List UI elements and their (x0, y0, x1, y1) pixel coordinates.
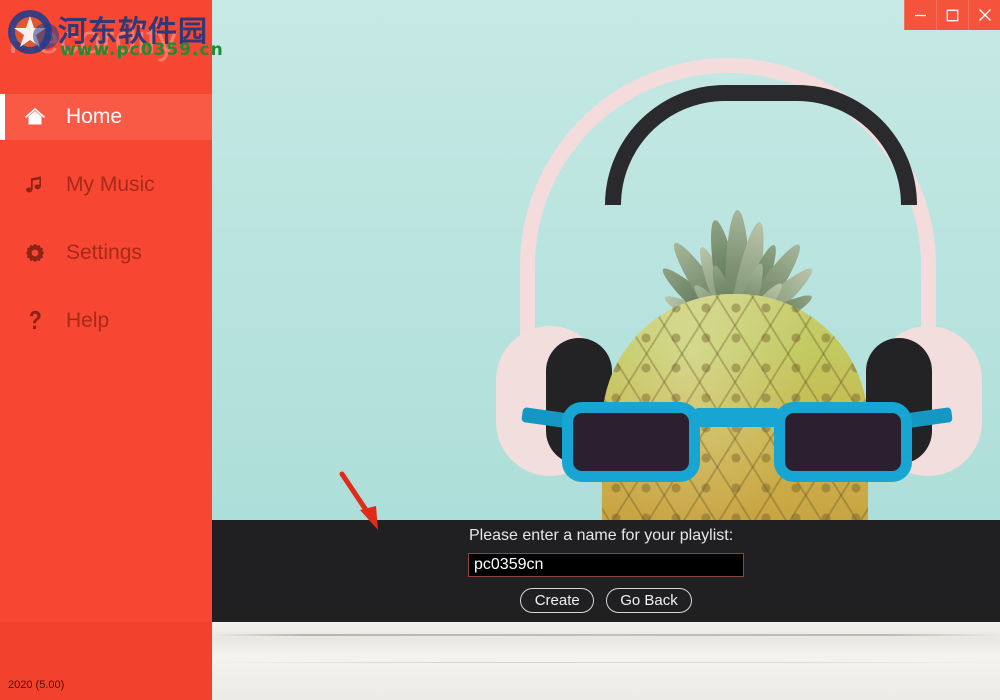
sunglasses-bridge (693, 408, 781, 427)
main-content-area: Please enter a name for your playlist: C… (212, 0, 1000, 700)
create-playlist-button[interactable]: Create (520, 588, 595, 613)
home-icon (22, 107, 48, 127)
playlist-prompt-buttons: Create Go Back (468, 588, 744, 613)
gear-icon (22, 243, 48, 263)
sunglasses-lens-left (562, 402, 700, 482)
playlist-prompt-panel: Please enter a name for your playlist: C… (212, 520, 1000, 622)
sidebar-item-my-music[interactable]: My Music (0, 162, 212, 208)
minimize-button[interactable] (904, 0, 936, 30)
watermark-site-url: www.pc0359.cn (60, 40, 224, 60)
music-note-icon (22, 175, 48, 195)
sidebar-item-settings-label: Settings (66, 241, 142, 264)
sidebar-item-settings[interactable]: Settings (0, 230, 212, 276)
blue-sunglasses (521, 394, 953, 492)
maximize-button[interactable] (936, 0, 968, 30)
table-surface (212, 622, 1000, 700)
playlist-prompt-label: Please enter a name for your playlist: (469, 527, 734, 544)
sidebar-item-help[interactable]: Help (0, 298, 212, 344)
question-mark-icon (22, 310, 48, 332)
close-icon (978, 9, 991, 21)
sidebar-item-home-label: Home (66, 105, 123, 128)
sunglasses-lens-right (774, 402, 912, 482)
version-label: 2020 (5.00) (8, 679, 65, 691)
sidebar-item-help-label: Help (66, 309, 110, 332)
maximize-icon (946, 9, 959, 21)
sidebar: Recordify 河东软件园 www.pc0359.cn Home My Mu… (0, 0, 223, 700)
go-back-button[interactable]: Go Back (606, 588, 692, 613)
sidebar-item-home[interactable]: Home (0, 94, 212, 140)
minimize-icon (915, 14, 926, 16)
playlist-name-input[interactable] (468, 553, 744, 577)
watermark-logo-icon (8, 10, 59, 54)
window-controls (904, 0, 1000, 30)
close-button[interactable] (968, 0, 1000, 30)
sidebar-item-my-music-label: My Music (66, 173, 155, 196)
sidebar-navigation: Home My Music Settings Help (0, 94, 212, 344)
application-window: Please enter a name for your playlist: C… (0, 0, 1000, 700)
